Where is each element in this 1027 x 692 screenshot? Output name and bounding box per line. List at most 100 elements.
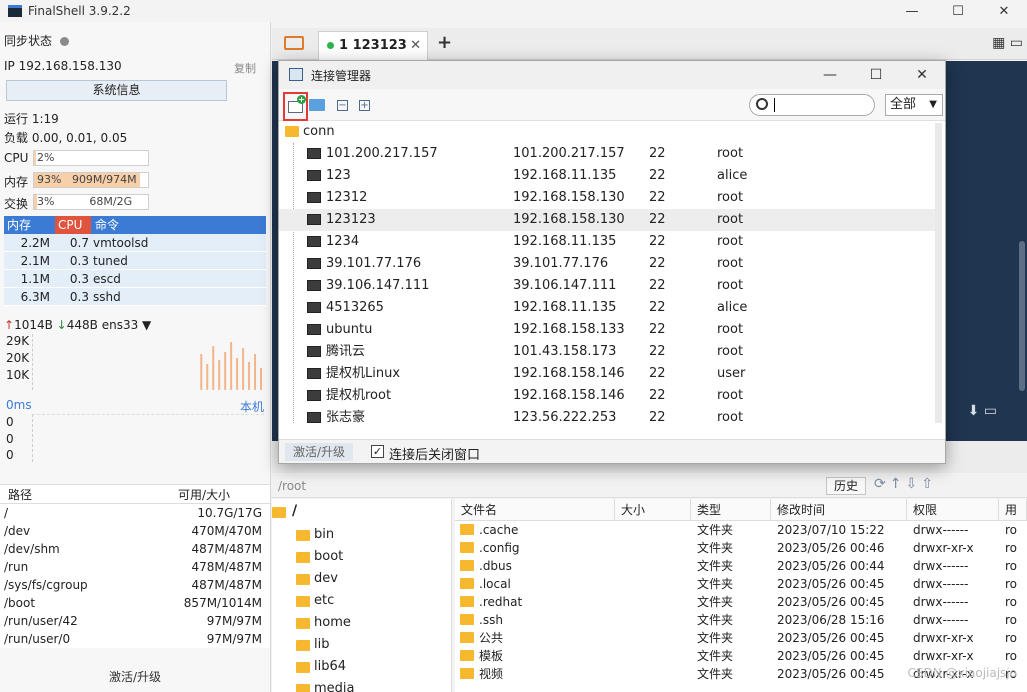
tree-root[interactable]: / [272, 503, 297, 519]
disk-row[interactable]: /sys/fs/cgroup 487M/487M [0, 576, 270, 594]
tree-item[interactable]: lib [296, 637, 329, 652]
file-row[interactable]: 模板 文件夹 2023/05/26 00:45 drwxr-xr-x ro [455, 647, 1027, 665]
connection-row[interactable]: 123123 192.168.158.130 22 root [279, 209, 935, 231]
process-row[interactable]: 1.1M 0.3 escd [4, 270, 266, 288]
upload-icon[interactable]: ⇧ [921, 476, 937, 492]
file-name-text: .ssh [479, 613, 503, 627]
file-row[interactable]: .config 文件夹 2023/05/26 00:46 drwxr-xr-x ro [455, 539, 1027, 557]
folder-conn[interactable]: conn [285, 124, 335, 139]
disk-row[interactable]: /boot 857M/1014M [0, 594, 270, 612]
file-row[interactable]: .redhat 文件夹 2023/05/26 00:45 drwx------ ro [455, 593, 1027, 611]
new-folder-icon[interactable] [309, 99, 325, 111]
process-row[interactable]: 6.3M 0.3 sshd [4, 288, 266, 306]
connection-row[interactable]: 12312 192.168.158.130 22 root [279, 187, 935, 209]
fullscreen-icon[interactable]: ▭ [984, 403, 997, 419]
copy-ip-link[interactable]: 复制 [234, 60, 256, 76]
load-average: 负载 0.00, 0.01, 0.05 [4, 131, 128, 145]
process-cpu: 0.3 [69, 272, 89, 286]
folder-icon [460, 560, 474, 571]
connection-row[interactable]: ubuntu 192.168.158.133 22 root [279, 319, 935, 341]
dialog-activate-upgrade-button[interactable]: 激活/升级 [285, 443, 353, 461]
connection-row[interactable]: 张志豪 123.56.222.253 22 root [279, 407, 935, 429]
history-button[interactable]: 历史 [826, 477, 866, 495]
col-cpu[interactable]: CPU [55, 216, 91, 234]
open-folder-icon[interactable] [284, 36, 304, 50]
new-connection-button[interactable]: + [283, 92, 308, 121]
tree-item[interactable]: bin [296, 527, 334, 542]
disk-row[interactable]: /run/user/0 97M/97M [0, 630, 270, 648]
col-size[interactable]: 大小 [615, 499, 691, 520]
path-input[interactable]: /root [278, 479, 306, 493]
col-command[interactable]: 命令 [91, 216, 266, 234]
connection-row[interactable]: 腾讯云 101.43.158.173 22 root [279, 341, 935, 363]
col-path[interactable]: 路径 [0, 485, 172, 503]
connection-search-input[interactable] [749, 94, 875, 116]
layout-grid-icon[interactable]: ▦ ▭ [992, 35, 1023, 51]
tree-item[interactable]: lib64 [296, 659, 346, 674]
disk-row[interactable]: /dev/shm 487M/487M [0, 540, 270, 558]
file-modified-text: 2023/05/26 00:45 [777, 631, 885, 645]
connection-row[interactable]: 提权机root 192.168.158.146 22 root [279, 385, 935, 407]
session-tab-bar: 1 123123 ✕ + ▦ ▭ [272, 28, 1027, 60]
maximize-icon[interactable]: ☐ [935, 0, 981, 22]
col-available-size[interactable]: 可用/大小 [172, 485, 270, 503]
file-row[interactable]: 公共 文件夹 2023/05/26 00:45 drwxr-xr-x ro [455, 629, 1027, 647]
col-modified[interactable]: 修改时间 [771, 499, 907, 520]
expand-all-icon[interactable]: + [359, 100, 370, 111]
connection-list-scrollbar[interactable] [935, 123, 942, 423]
download-icon[interactable]: ⇩ [905, 476, 921, 492]
collapse-all-icon[interactable]: − [337, 100, 348, 111]
file-name: 公共 [455, 629, 615, 647]
connection-host: 39.101.77.176 [513, 256, 609, 271]
system-info-button[interactable]: 系统信息 [6, 80, 227, 101]
tree-item[interactable]: boot [296, 549, 343, 564]
filter-select[interactable]: 全部 ▼ [885, 94, 943, 116]
disk-row[interactable]: /dev 470M/470M [0, 522, 270, 540]
connection-row[interactable]: 4513265 192.168.11.135 22 alice [279, 297, 935, 319]
dialog-maximize-icon[interactable]: ☐ [853, 61, 899, 89]
scroll-down-icon[interactable]: ⬇ [968, 403, 980, 419]
connection-row[interactable]: 提权机Linux 192.168.158.146 22 user [279, 363, 935, 385]
tree-item[interactable]: home [296, 615, 351, 630]
activate-upgrade-button[interactable]: 激活/升级 [0, 668, 270, 685]
disk-row[interactable]: /run 478M/487M [0, 558, 270, 576]
process-row[interactable]: 2.1M 0.3 tuned [4, 252, 266, 270]
file-size [615, 521, 691, 539]
process-row[interactable]: 2.2M 0.7 vmtoolsd [4, 234, 266, 252]
connection-row[interactable]: 123 192.168.11.135 22 alice [279, 165, 935, 187]
add-tab-button[interactable]: + [437, 32, 452, 53]
col-memory[interactable]: 内存 [4, 216, 55, 234]
file-row[interactable]: .cache 文件夹 2023/07/10 15:22 drwx------ ro [455, 521, 1027, 539]
disk-row[interactable]: / 10.7G/17G [0, 504, 270, 522]
tree-item[interactable]: etc [296, 593, 334, 608]
connection-row[interactable]: 101.200.217.157 101.200.217.157 22 root [279, 143, 935, 165]
col-owner[interactable]: 用 [999, 499, 1027, 520]
file-row[interactable]: .ssh 文件夹 2023/06/28 15:16 drwx------ ro [455, 611, 1027, 629]
terminal-scrollbar[interactable] [1019, 241, 1025, 391]
file-owner: ro [999, 557, 1027, 575]
connection-row[interactable]: 39.106.147.111 39.106.147.111 22 root [279, 275, 935, 297]
connection-row[interactable]: 1234 192.168.11.135 22 root [279, 231, 935, 253]
tab-session[interactable]: 1 123123 ✕ [318, 31, 428, 60]
up-icon[interactable]: ↑ [890, 476, 906, 492]
close-icon[interactable]: ✕ [981, 0, 1027, 22]
file-row[interactable]: .local 文件夹 2023/05/26 00:45 drwx------ ro [455, 575, 1027, 593]
tree-item[interactable]: media [296, 681, 355, 692]
latency-local-link[interactable]: 本机 [240, 398, 264, 415]
minimize-icon[interactable]: — [889, 0, 935, 22]
disk-row[interactable]: /run/user/42 97M/97M [0, 612, 270, 630]
dialog-close-icon[interactable]: ✕ [899, 61, 945, 89]
network-interface-select[interactable]: ens33 ▼ [102, 318, 152, 332]
refresh-icon[interactable]: ⟳ [874, 476, 890, 492]
col-permissions[interactable]: 权限 [907, 499, 999, 520]
connection-host: 192.168.11.135 [513, 168, 617, 183]
file-type-text: 文件夹 [697, 649, 734, 663]
tree-item[interactable]: dev [296, 571, 338, 586]
dialog-minimize-icon[interactable]: — [807, 61, 853, 89]
connection-row[interactable]: 39.101.77.176 39.101.77.176 22 root [279, 253, 935, 275]
file-row[interactable]: .dbus 文件夹 2023/05/26 00:44 drwx------ ro [455, 557, 1027, 575]
close-after-connect-checkbox[interactable]: ✓ [371, 445, 384, 458]
col-filename[interactable]: 文件名 [455, 499, 615, 520]
close-tab-icon[interactable]: ✕ [410, 32, 421, 60]
col-type[interactable]: 类型 [691, 499, 771, 520]
